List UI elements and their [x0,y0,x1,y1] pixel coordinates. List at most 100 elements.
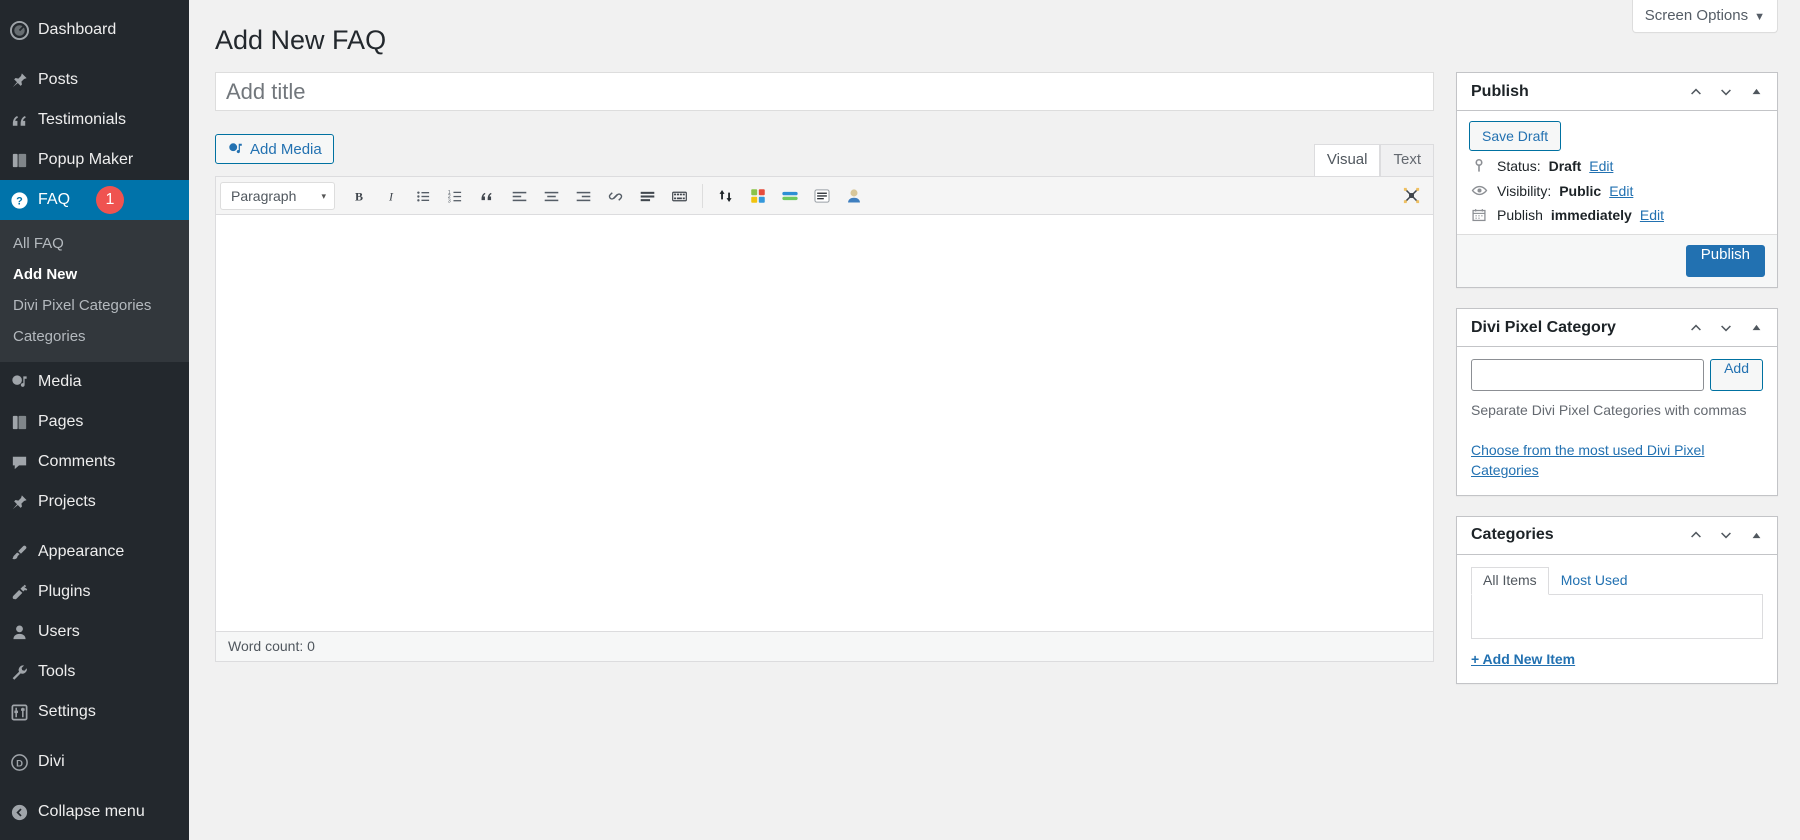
sidebar-item-dashboard[interactable]: Dashboard [0,10,189,50]
sort-arrows-icon[interactable] [711,182,741,210]
fullscreen-icon[interactable] [1397,182,1425,210]
toolbar-toggle-icon[interactable] [664,182,694,210]
book-icon [10,150,38,170]
categories-body: All Items Most Used + Add New Item [1457,555,1777,683]
sidebar-item-faq[interactable]: ? FAQ 1 [0,180,189,220]
tab-most-used[interactable]: Most Used [1549,567,1640,595]
tab-text[interactable]: Text [1380,144,1434,176]
categories-header: Categories [1457,517,1777,555]
tab-visual[interactable]: Visual [1313,144,1381,176]
screen-options-button[interactable]: Screen Options ▼ [1631,0,1778,33]
blockquote-icon[interactable] [472,182,502,210]
bold-icon[interactable]: B [344,182,374,210]
sidebar-item-label: Divi [38,753,65,770]
sidebar-item-divi[interactable]: D Divi [0,742,189,782]
avatar-icon[interactable] [839,182,869,210]
publish-visibility-row: Visibility: Public Edit [1469,175,1765,200]
align-center-icon[interactable] [536,182,566,210]
post-title-input[interactable] [215,72,1434,111]
categories-postbox: Categories All Items Most Used + Add New… [1456,515,1778,684]
divi-pixel-category-header: Divi Pixel Category [1457,309,1777,347]
save-draft-button[interactable]: Save Draft [1469,121,1562,151]
categories-checklist[interactable] [1471,594,1763,639]
publish-button[interactable]: Publish [1685,245,1765,277]
tab-all-items[interactable]: All Items [1471,566,1549,595]
sidebar-item-posts[interactable]: Posts [0,60,189,100]
publish-visibility-prefix: Visibility: [1497,182,1552,199]
sidebar-item-tools[interactable]: Tools [0,652,189,692]
sidebar-item-media[interactable]: Media [0,362,189,402]
submenu-item-all-faq[interactable]: All FAQ [0,228,189,259]
triangle-up-icon[interactable] [1741,520,1771,550]
sidebar-item-settings[interactable]: Settings [0,692,189,732]
chevron-up-icon[interactable] [1681,313,1711,343]
green-bars-icon[interactable] [775,182,805,210]
align-left-icon[interactable] [504,182,534,210]
sidebar-item-pages[interactable]: Pages [0,402,189,442]
sidebar-item-testimonials[interactable]: Testimonials [0,100,189,140]
sidebar-item-label: Tools [38,663,76,680]
svg-text:I: I [388,189,394,203]
chevron-down-icon[interactable] [1711,520,1741,550]
publish-visibility-value: Public [1559,182,1602,199]
media-icon [10,372,38,392]
word-count-status: Word count: 0 [216,631,1433,661]
plug-icon [10,582,38,602]
comment-icon [10,452,38,472]
editor-inner: Paragraph ▾ B I 1 2 3 [216,177,1433,631]
toolbar-separator [702,184,703,208]
sidebar-item-users[interactable]: Users [0,612,189,652]
editor-content-area[interactable] [216,215,1433,631]
faq-count-badge: 1 [96,186,124,214]
sidebar-item-comments[interactable]: Comments [0,442,189,482]
lines-card-icon[interactable] [807,182,837,210]
categories-title: Categories [1471,526,1554,544]
link-icon[interactable] [600,182,630,210]
divi-pixel-category-add-button[interactable]: Add [1710,359,1763,391]
chevron-down-icon[interactable] [1711,313,1741,343]
read-more-icon[interactable] [632,182,662,210]
color-blocks-icon[interactable] [743,182,773,210]
categories-tabs: All Items Most Used [1471,566,1763,595]
publish-status-value: Draft [1548,158,1582,174]
divi-pixel-category-input[interactable] [1471,359,1705,391]
edit-schedule-link[interactable]: Edit [1640,207,1664,223]
divi-pixel-category-input-row: Add [1471,359,1763,391]
align-right-icon[interactable] [568,182,598,210]
sidebar-item-popup-maker[interactable]: Popup Maker [0,140,189,180]
chevron-up-icon[interactable] [1681,520,1711,550]
numbered-list-icon[interactable]: 123 [440,182,470,210]
editor-tools: Add Media Visual Text [215,131,1434,176]
publish-major-actions: Publish [1457,235,1777,287]
main-content-area: Screen Options ▼ Add New FAQ Add Media [189,0,1800,840]
submenu-item-add-new[interactable]: Add New [0,259,189,290]
submenu-item-categories[interactable]: Categories [0,321,189,352]
sidebar-item-projects[interactable]: Projects [0,482,189,522]
italic-icon[interactable]: I [376,182,406,210]
add-media-button[interactable]: Add Media [215,134,334,164]
edit-visibility-link[interactable]: Edit [1609,183,1633,199]
chevron-down-icon[interactable] [1711,77,1741,107]
key-icon [1469,158,1489,174]
triangle-up-icon[interactable] [1741,77,1771,107]
title-div [215,72,1434,111]
sidebar-item-label: Settings [38,703,96,720]
sidebar-item-collapse-menu[interactable]: Collapse menu [0,792,189,832]
sidebar-item-appearance[interactable]: Appearance [0,532,189,572]
divi-pixel-category-cloud-link[interactable]: Choose from the most used Divi Pixel Cat… [1471,440,1763,481]
edit-status-link[interactable]: Edit [1589,158,1613,174]
chevron-up-icon[interactable] [1681,77,1711,107]
sidebar-item-plugins[interactable]: Plugins [0,572,189,612]
poststuff: Add Media Visual Text Paragraph [215,72,1778,840]
sidebar-item-label: Plugins [38,583,91,600]
format-select[interactable]: Paragraph ▾ [220,182,335,210]
bulleted-list-icon[interactable] [408,182,438,210]
add-new-item-link[interactable]: + Add New Item [1471,651,1575,667]
sidebar-item-label: Comments [38,453,116,470]
divi-pixel-category-postbox: Divi Pixel Category Add Separate Divi Pi… [1456,308,1778,496]
triangle-up-icon[interactable] [1741,313,1771,343]
pages-icon [10,412,38,432]
submenu-item-divi-pixel-categories[interactable]: Divi Pixel Categories [0,290,189,321]
